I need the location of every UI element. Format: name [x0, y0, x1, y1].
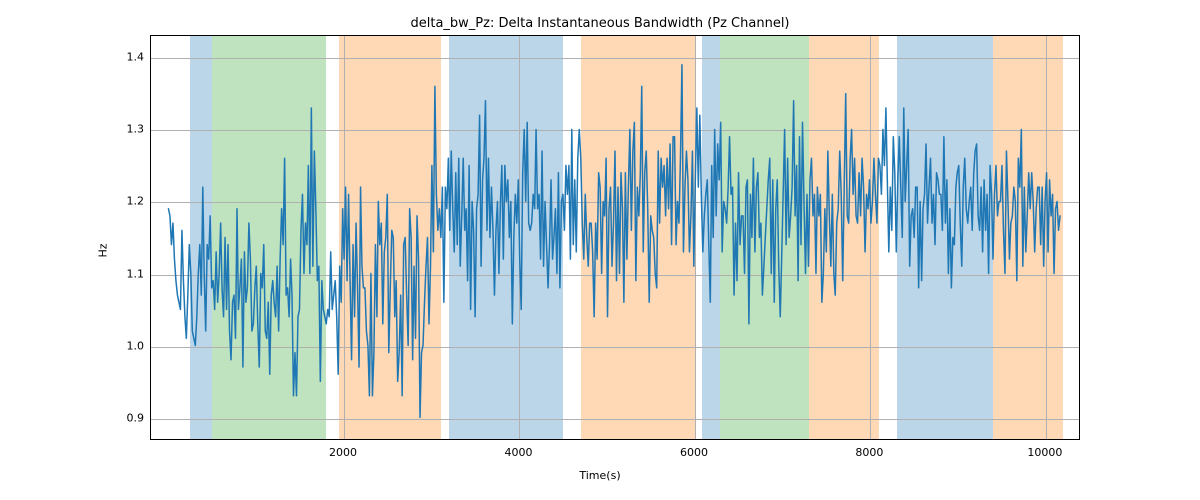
x-tick-label: 6000	[680, 446, 708, 459]
y-axis-label: Hz	[96, 0, 110, 500]
signal-line	[151, 36, 1079, 439]
figure: delta_bw_Pz: Delta Instantaneous Bandwid…	[0, 0, 1200, 500]
y-tick-label: 1.2	[127, 195, 145, 208]
x-tick-label: 8000	[855, 446, 883, 459]
x-tick-label: 10000	[1027, 446, 1062, 459]
chart-title: delta_bw_Pz: Delta Instantaneous Bandwid…	[0, 16, 1200, 31]
axes	[150, 35, 1080, 440]
y-tick-label: 1.4	[127, 50, 145, 63]
y-tick-label: 1.0	[127, 339, 145, 352]
x-tick-label: 4000	[504, 446, 532, 459]
plot-area	[150, 35, 1080, 440]
x-axis-label: Time(s)	[0, 469, 1200, 482]
x-tick-label: 2000	[329, 446, 357, 459]
y-tick-label: 1.3	[127, 123, 145, 136]
y-tick-label: 0.9	[127, 412, 145, 425]
y-tick-label: 1.1	[127, 267, 145, 280]
